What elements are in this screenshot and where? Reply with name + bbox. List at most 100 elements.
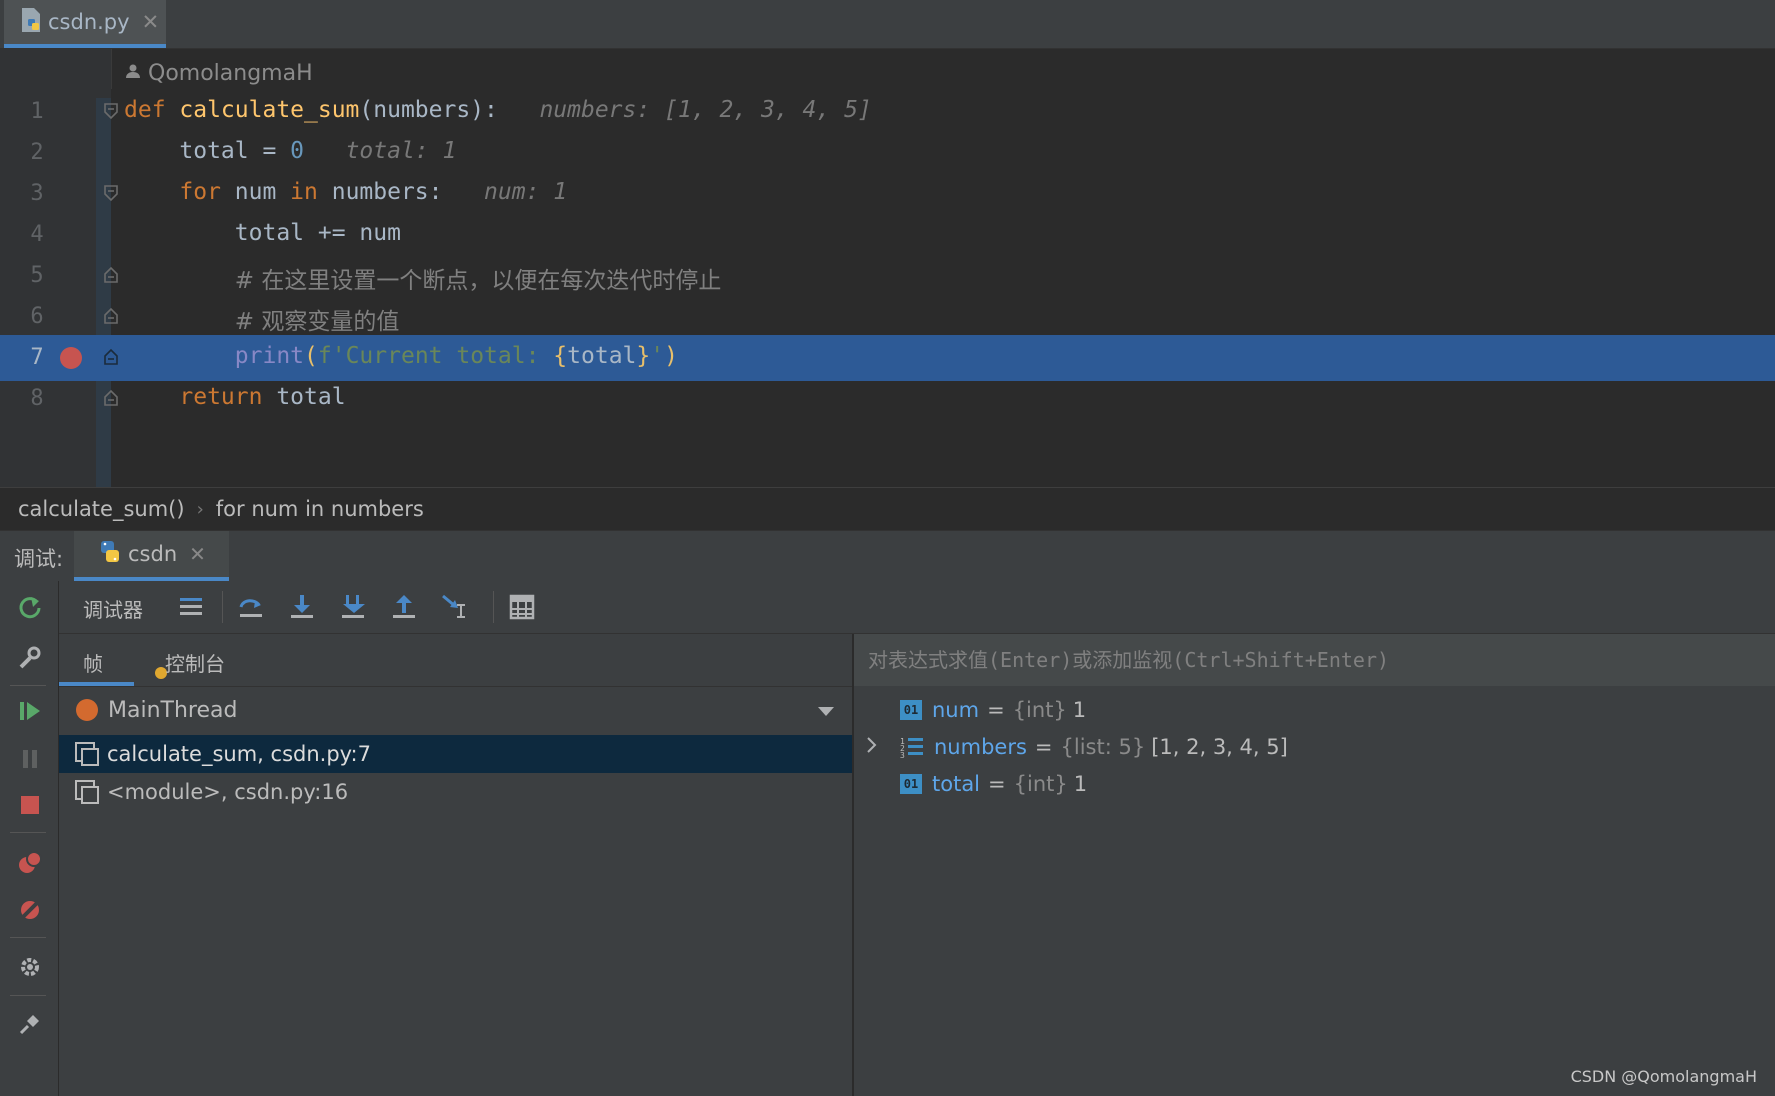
debug-session-tab[interactable]: csdn ✕: [74, 531, 229, 581]
line-number[interactable]: 6: [22, 304, 52, 329]
code-author-hint: QomolangmaH: [124, 61, 313, 86]
variable-value: 1: [1072, 697, 1087, 722]
line-number[interactable]: 1: [22, 99, 52, 124]
close-icon[interactable]: ✕: [189, 542, 206, 566]
debugger-title[interactable]: 调试器: [83, 594, 143, 623]
code-token: f'Current total:: [317, 343, 554, 369]
code-line[interactable]: 8 return total: [0, 376, 1775, 422]
gear-icon[interactable]: [14, 951, 46, 983]
frame-icon: [75, 780, 99, 804]
wrench-icon[interactable]: [14, 642, 46, 674]
fold-marker-icon[interactable]: [103, 389, 119, 407]
tab-frames[interactable]: 帧: [83, 648, 103, 677]
variable-type: {int}: [1012, 697, 1067, 722]
code-token: for: [124, 179, 235, 205]
variable-name: numbers: [934, 734, 1027, 759]
evaluate-expression-icon[interactable]: [506, 591, 538, 623]
int-type-icon: 01: [900, 699, 922, 720]
code-line[interactable]: 6 # 观察变量的值: [0, 294, 1775, 340]
step-into-my-code-icon[interactable]: [337, 591, 369, 623]
chevron-right-icon: ›: [196, 498, 204, 520]
fold-marker-icon[interactable]: [103, 184, 119, 202]
code-token: total += num: [124, 220, 401, 246]
equals-sign: =: [987, 697, 1005, 722]
stack-frame[interactable]: calculate_sum, csdn.py:7: [59, 735, 852, 773]
chevron-down-icon[interactable]: [818, 707, 834, 716]
code-text: total += num: [124, 220, 401, 246]
line-number[interactable]: 3: [22, 181, 52, 206]
breadcrumb-block[interactable]: for num in numbers: [216, 497, 424, 521]
code-line[interactable]: 7 print(f'Current total: {total}'): [0, 335, 1775, 381]
code-line[interactable]: 5 # 在这里设置一个断点，以便在每次迭代时停止: [0, 253, 1775, 299]
step-over-icon[interactable]: [235, 591, 267, 623]
tab-console[interactable]: 控制台: [155, 648, 225, 679]
code-line[interactable]: 4 total += num: [0, 212, 1775, 258]
line-number[interactable]: 5: [22, 263, 52, 288]
code-token: total =: [124, 138, 291, 164]
stop-icon[interactable]: [14, 789, 46, 821]
code-token: calculate_sum: [179, 97, 360, 123]
variable-row-num[interactable]: 01 num = {int} 1: [854, 691, 1775, 728]
rerun-icon[interactable]: [14, 591, 46, 623]
code-token: print: [234, 343, 305, 369]
pin-icon[interactable]: [14, 1008, 46, 1040]
file-tab-csdn-py[interactable]: csdn.py ✕: [4, 0, 166, 48]
code-line[interactable]: 1 def calculate_sum(numbers): numbers: [1…: [0, 89, 1775, 135]
code-token: (: [359, 97, 374, 123]
close-icon[interactable]: ✕: [142, 10, 160, 34]
view-breakpoints-icon[interactable]: [14, 847, 46, 879]
step-into-icon[interactable]: [286, 591, 318, 623]
variable-row-total[interactable]: 01 total = {int} 1: [854, 765, 1775, 802]
code-text: for num in numbers: num: 1: [124, 179, 567, 205]
run-to-cursor-icon[interactable]: [439, 591, 471, 623]
stack-frame[interactable]: <module>, csdn.py:16: [59, 773, 852, 811]
debug-side-toolbar: [0, 581, 59, 1096]
code-line[interactable]: 3 for num in numbers: num: 1: [0, 171, 1775, 217]
fold-marker-icon[interactable]: [103, 307, 119, 325]
breakpoint-icon[interactable]: [60, 347, 82, 369]
code-text: print(f'Current total: {total}'): [124, 343, 678, 369]
code-text: return total: [124, 384, 346, 410]
line-number[interactable]: 8: [22, 386, 52, 411]
breadcrumb-function[interactable]: calculate_sum(): [18, 497, 185, 521]
variables-panel: 01 num = {int} 1 123 numbers = {list: 5}…: [854, 634, 1775, 1096]
tab-console-label: 控制台: [165, 652, 225, 676]
fold-marker-icon[interactable]: [103, 266, 119, 284]
menu-icon[interactable]: [175, 591, 207, 623]
line-number[interactable]: 7: [22, 345, 52, 370]
thread-selector[interactable]: MainThread: [59, 687, 852, 733]
evaluate-expression-input[interactable]: [854, 634, 1775, 686]
line-number[interactable]: 4: [22, 222, 52, 247]
debug-label: 调试:: [14, 547, 64, 571]
toolbar-separator: [10, 995, 46, 996]
resume-icon[interactable]: [14, 695, 46, 727]
variable-value: 1: [1073, 771, 1088, 796]
fold-marker-icon[interactable]: [103, 102, 119, 120]
watermark: CSDN @QomolangmaH: [1570, 1067, 1757, 1086]
variable-value: [1, 2, 3, 4, 5]: [1151, 734, 1288, 759]
code-token: num: [234, 179, 291, 205]
frame-label: calculate_sum, csdn.py:7: [107, 742, 371, 766]
step-out-icon[interactable]: [388, 591, 420, 623]
mute-breakpoints-icon[interactable]: [14, 894, 46, 926]
pause-icon[interactable]: [14, 743, 46, 775]
equals-sign: =: [988, 771, 1006, 796]
toolbar-separator: [10, 937, 46, 938]
code-line[interactable]: 2 total = 0 total: 1: [0, 130, 1775, 176]
code-token: total: [276, 384, 346, 410]
code-token: in: [290, 179, 332, 205]
frames-panel: 帧 控制台 MainThread calculate_sum, csdn.py:…: [59, 634, 852, 1096]
thread-status-icon: [76, 699, 98, 721]
code-editor[interactable]: QomolangmaH 1 def calculate_sum(numbers):…: [0, 49, 1775, 487]
line-number[interactable]: 2: [22, 140, 52, 165]
inline-value-hint: num: 1: [442, 179, 568, 205]
code-token: numbers: [373, 97, 471, 123]
fold-marker-icon[interactable]: [103, 348, 119, 366]
toolbar-separator: [10, 685, 46, 686]
chevron-right-icon[interactable]: [866, 735, 882, 759]
author-divider: [111, 49, 112, 89]
variable-row-numbers[interactable]: 123 numbers = {list: 5} [1, 2, 3, 4, 5]: [854, 728, 1775, 765]
